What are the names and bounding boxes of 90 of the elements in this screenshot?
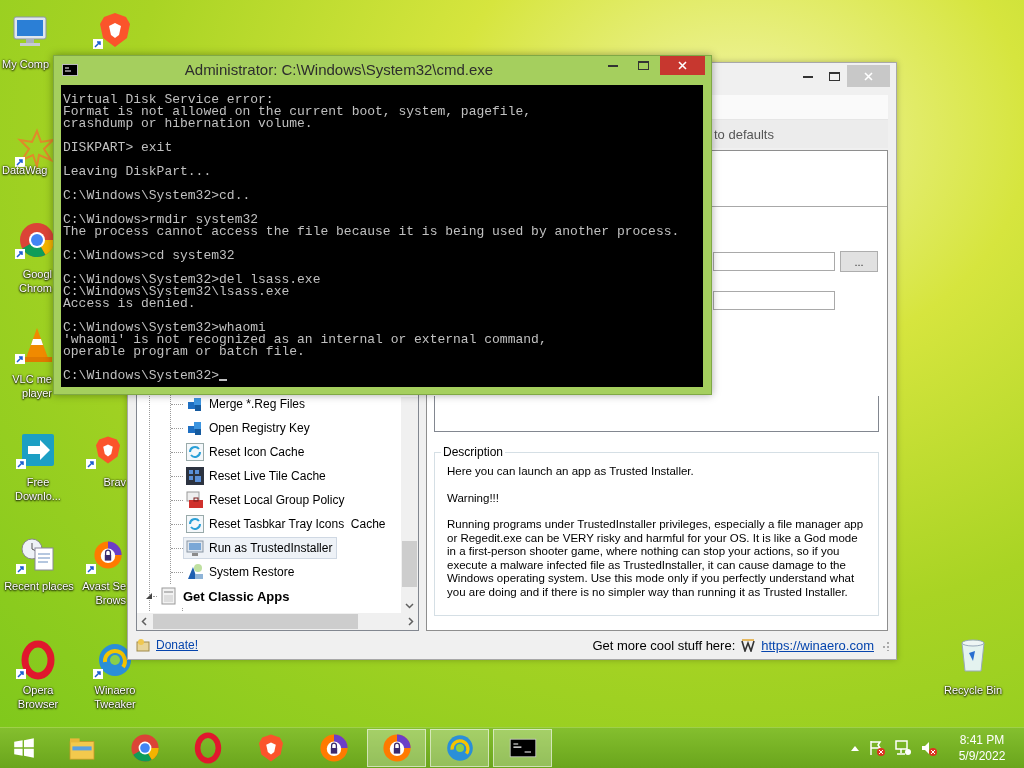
icon-label: Browser <box>17 697 59 711</box>
icon-label: Brav <box>103 475 126 489</box>
scrollbar-thumb[interactable] <box>402 541 417 587</box>
cube-stack-icon <box>186 395 204 413</box>
icon-label: My Comp <box>2 57 50 71</box>
console-line: C:\Windows\System32\lsass.exe <box>63 286 291 298</box>
window-title: Administrator: C:\Windows\System32\cmd.exe <box>183 60 495 80</box>
tree-item[interactable]: Reset Icon Cache <box>183 441 310 463</box>
chevron-right-icon[interactable] <box>406 617 415 626</box>
browse-button[interactable]: ... <box>840 251 878 272</box>
donate-link[interactable]: Donate! <box>156 638 199 652</box>
up-caret-icon[interactable] <box>850 744 860 752</box>
icon-label: Avast Se <box>82 579 126 593</box>
description-text: Warning!!! <box>447 491 500 505</box>
console-line: C:\Windows\System32>del lsass.exe <box>63 274 322 286</box>
console-line: C:\Windows\System32>cd.. <box>63 190 252 202</box>
vertical-scrollbar[interactable] <box>401 397 418 613</box>
icon-label: Winaero <box>94 683 136 697</box>
console-line: C:\Windows\System32>whaomi <box>63 322 267 334</box>
console-line: Access is denied. <box>63 298 196 310</box>
network-icon[interactable] <box>894 739 912 757</box>
close-icon <box>864 71 873 81</box>
console-line: Format is not allowed on the current boot, system, pagefile, <box>63 106 533 118</box>
console-line: The process cannot access the file because it is being used by another process. <box>63 226 681 238</box>
input-field[interactable] <box>713 291 835 310</box>
tree-item[interactable]: Reset Local Group Policy <box>183 489 350 511</box>
tree-item[interactable]: Reset Tasbkar Tray Icons Cache <box>183 513 391 535</box>
description-text: Here you can launch an app as Trusted Installer. <box>447 465 695 479</box>
chevron-left-icon[interactable] <box>140 617 149 626</box>
console-line: DISKPART> exit <box>63 142 174 154</box>
icon-label: Tweaker <box>94 697 136 711</box>
tree-item[interactable]: Merge *.Reg Files <box>183 393 311 415</box>
ring-logo-icon <box>128 732 161 764</box>
website-link[interactable]: https://winaero.com <box>761 637 874 653</box>
cube-stack-icon <box>186 419 204 437</box>
icon-label: Downlo... <box>15 489 61 503</box>
description-text: Running programs under TrustedInstaller privileges, especially a file manager app or Regedit.exe can be VERY risky and harmful for your OS. It is like a God mode in a first-person shooter game, where nothing can stop your actions, so if you execute a malware infected file as TrustedInstaller, it can cause damage to the Windows operating system. Use this mode only if you perfectly understand what you are doing and if there is no simpler way than running it as Trusted Installer. <box>447 518 865 599</box>
tree-item[interactable]: Open Registry Key <box>183 417 315 439</box>
lock-badge-icon[interactable] <box>92 539 124 571</box>
tree-item[interactable]: System Restore <box>183 561 300 583</box>
console-line: crashdump or hibernation volume. <box>63 118 314 130</box>
scrollbar-thumb[interactable] <box>153 614 358 629</box>
monitor-icon <box>186 539 204 557</box>
maximize-icon <box>637 61 649 70</box>
console-line: Leaving DiskPart... <box>63 166 213 178</box>
toolbar-button[interactable]: to defaults <box>714 126 774 142</box>
tile-grid-icon <box>186 467 204 485</box>
refresh-icon <box>186 515 204 533</box>
console-line: operable program or batch file. <box>63 346 306 358</box>
terminal-icon <box>62 64 78 76</box>
icon-label: Chrom <box>19 281 52 295</box>
chevron-down-icon[interactable] <box>405 601 414 610</box>
console-line: C:\Windows>rmdir system32 <box>63 214 260 226</box>
resize-grip-icon[interactable] <box>880 639 890 651</box>
flag-icon[interactable] <box>868 739 886 757</box>
input-field[interactable] <box>713 252 835 271</box>
taskbar-button[interactable] <box>367 729 426 767</box>
lock-badge-icon <box>317 732 350 764</box>
logo-icon <box>741 638 756 652</box>
close-icon <box>678 61 687 70</box>
tree-item[interactable]: Reset Live Tile Cache <box>183 465 331 487</box>
maximize-icon <box>828 71 840 81</box>
icon-label: Googl <box>22 267 52 281</box>
minimize-icon <box>608 64 618 67</box>
console-line: 'whaomi' is not recognized as an internal or external command, <box>63 334 548 346</box>
refresh-icon <box>186 443 204 461</box>
icon-label: DataWag <box>2 163 48 177</box>
icon-label: player <box>22 386 52 400</box>
app-window-icon <box>160 587 178 605</box>
horizontal-scrollbar[interactable] <box>137 613 418 630</box>
toolbox-icon <box>186 491 204 509</box>
minimize-icon <box>803 74 813 78</box>
console-line: Virtual Disk Service error: <box>63 94 274 106</box>
group-title: Description <box>442 445 505 459</box>
expand-triangle-icon[interactable] <box>145 592 153 600</box>
console-line: C:\Windows>cd system32 <box>63 250 236 262</box>
tree-item[interactable]: Run as TrustedInstaller <box>183 537 338 559</box>
console-line: C:\Windows\System32> <box>63 370 220 382</box>
taskbar-button[interactable] <box>493 729 552 767</box>
icon-label: Recent places <box>4 579 74 593</box>
icon-label: Recycle Bin <box>943 683 1003 697</box>
icon-label: Brows <box>95 593 126 607</box>
text-cursor <box>219 379 228 381</box>
list-box[interactable] <box>434 396 879 432</box>
icon-label: VLC me <box>12 372 52 386</box>
tree-item[interactable]: Get Classic Apps <box>157 585 295 607</box>
icon-label: Opera <box>22 683 54 697</box>
icon-label: Free <box>26 475 50 489</box>
promo-text: Get more cool stuff here: <box>592 637 736 653</box>
lock-badge-icon <box>380 732 413 764</box>
